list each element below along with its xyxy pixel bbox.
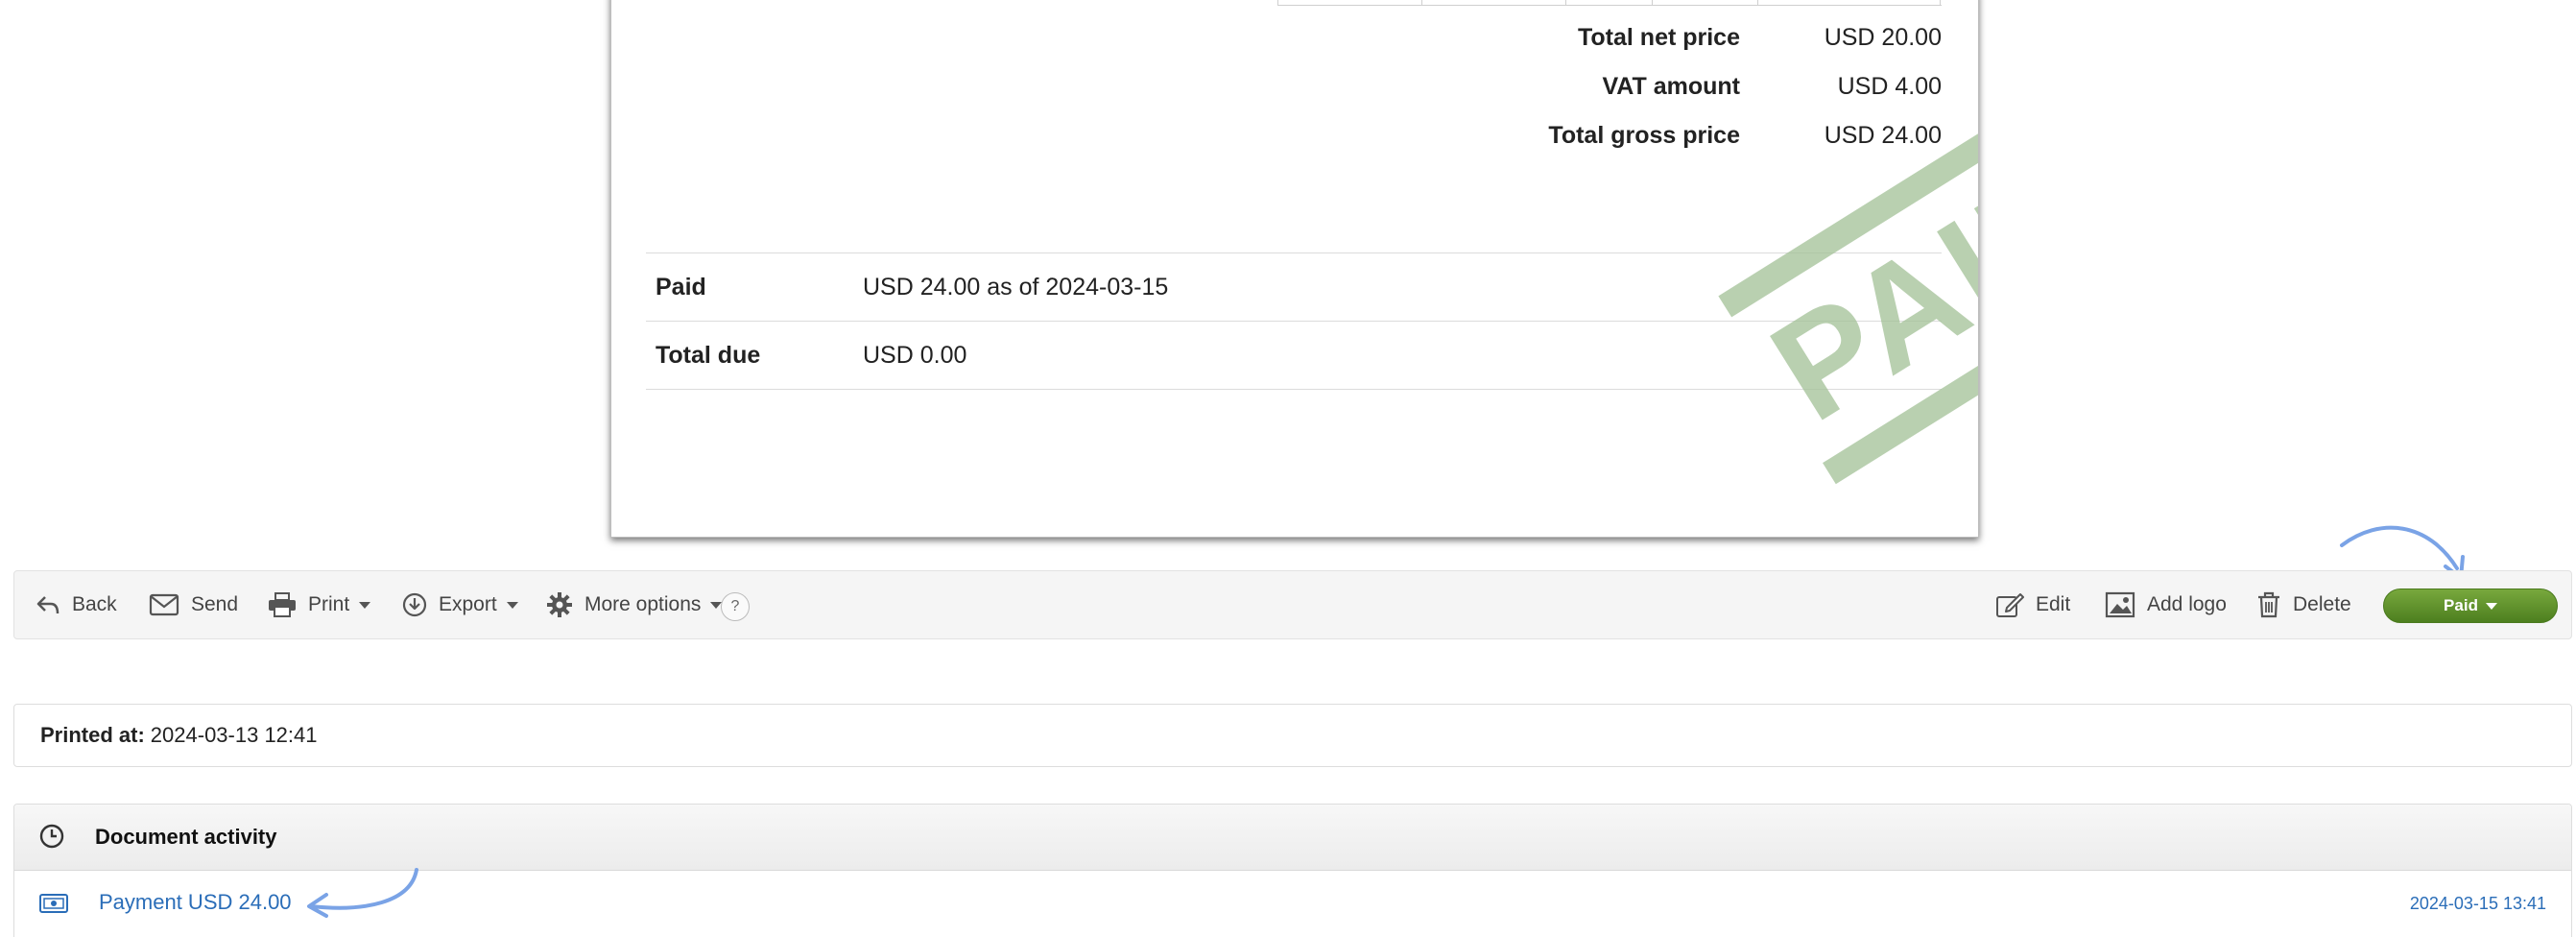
paid-row: Paid USD 24.00 as of 2024-03-15 bbox=[646, 252, 1942, 321]
export-button[interactable]: Export bbox=[402, 571, 518, 638]
chevron-down-icon bbox=[2485, 602, 2497, 610]
export-label: Export bbox=[439, 593, 497, 615]
total-net-row: Total net price USD 20.00 bbox=[1475, 24, 1942, 73]
back-button[interactable]: Back bbox=[36, 571, 117, 638]
document-toolbar: Back Send Print Export More options ? Ed… bbox=[13, 570, 2572, 639]
total-due-label: Total due bbox=[656, 342, 761, 369]
totals-block: Total net price USD 20.00 VAT amount USD… bbox=[1475, 24, 1942, 171]
envelope-icon bbox=[149, 593, 179, 616]
paid-value: USD 24.00 as of 2024-03-15 bbox=[863, 274, 1169, 300]
add-logo-button[interactable]: Add logo bbox=[2105, 571, 2227, 638]
chevron-down-icon bbox=[359, 601, 371, 609]
back-arrow-icon bbox=[36, 596, 60, 614]
gear-icon bbox=[547, 592, 572, 617]
print-label: Print bbox=[308, 593, 350, 615]
total-due-row: Total due USD 0.00 bbox=[646, 321, 1942, 390]
send-button[interactable]: Send bbox=[149, 571, 238, 638]
clock-icon bbox=[39, 824, 64, 849]
status-label: Paid bbox=[2444, 596, 2478, 614]
vat-amount-row: VAT amount USD 4.00 bbox=[1475, 73, 1942, 122]
activity-header: Document activity bbox=[14, 805, 2571, 871]
activity-timestamp: 2024-03-15 13:41 bbox=[2409, 894, 2546, 913]
payment-summary-table: Paid USD 24.00 as of 2024-03-15 Total du… bbox=[646, 252, 1942, 390]
total-net-label: Total net price bbox=[1577, 24, 1740, 51]
print-button[interactable]: Print bbox=[268, 571, 371, 638]
payment-activity-link[interactable]: Payment USD 24.00 bbox=[99, 890, 292, 915]
items-table-bottom bbox=[1277, 0, 1942, 6]
activity-item: Payment USD 24.00 2024-03-15 13:41 bbox=[14, 871, 2571, 932]
add-logo-label: Add logo bbox=[2147, 593, 2227, 615]
edit-label: Edit bbox=[2036, 593, 2071, 615]
printed-at-panel: Printed at: 2024-03-13 12:41 bbox=[13, 704, 2572, 767]
more-options-label: More options bbox=[584, 593, 702, 615]
total-net-value: USD 20.00 bbox=[1824, 24, 1942, 51]
total-gross-value: USD 24.00 bbox=[1824, 122, 1942, 149]
trash-icon bbox=[2258, 591, 2279, 618]
activity-title: Document activity bbox=[95, 825, 277, 849]
send-label: Send bbox=[191, 593, 239, 615]
money-icon bbox=[39, 894, 68, 913]
printed-at-label: Printed at: bbox=[40, 723, 145, 747]
printer-icon bbox=[269, 592, 296, 617]
document-activity-panel: Document activity Payment USD 24.00 2024… bbox=[13, 804, 2572, 937]
image-icon bbox=[2105, 591, 2135, 618]
edit-icon bbox=[1996, 593, 2024, 617]
invoice-paper: Total net price USD 20.00 VAT amount USD… bbox=[610, 0, 1979, 538]
total-due-value: USD 0.00 bbox=[863, 342, 967, 369]
printed-at-value: 2024-03-13 12:41 bbox=[150, 723, 318, 747]
more-options-button[interactable]: More options bbox=[546, 571, 723, 638]
total-gross-label: Total gross price bbox=[1548, 122, 1740, 149]
download-icon bbox=[402, 592, 427, 617]
back-label: Back bbox=[72, 593, 117, 615]
delete-button[interactable]: Delete bbox=[2256, 571, 2351, 638]
chevron-down-icon bbox=[506, 601, 518, 609]
help-icon[interactable]: ? bbox=[721, 592, 750, 621]
paid-label: Paid bbox=[656, 274, 706, 300]
vat-amount-label: VAT amount bbox=[1602, 73, 1740, 100]
total-gross-row: Total gross price USD 24.00 bbox=[1475, 122, 1942, 171]
vat-amount-value: USD 4.00 bbox=[1837, 73, 1942, 100]
status-dropdown-button[interactable]: Paid bbox=[2383, 589, 2558, 623]
delete-label: Delete bbox=[2293, 593, 2351, 615]
edit-button[interactable]: Edit bbox=[1995, 571, 2070, 638]
page: Total net price USD 20.00 VAT amount USD… bbox=[0, 0, 2576, 937]
